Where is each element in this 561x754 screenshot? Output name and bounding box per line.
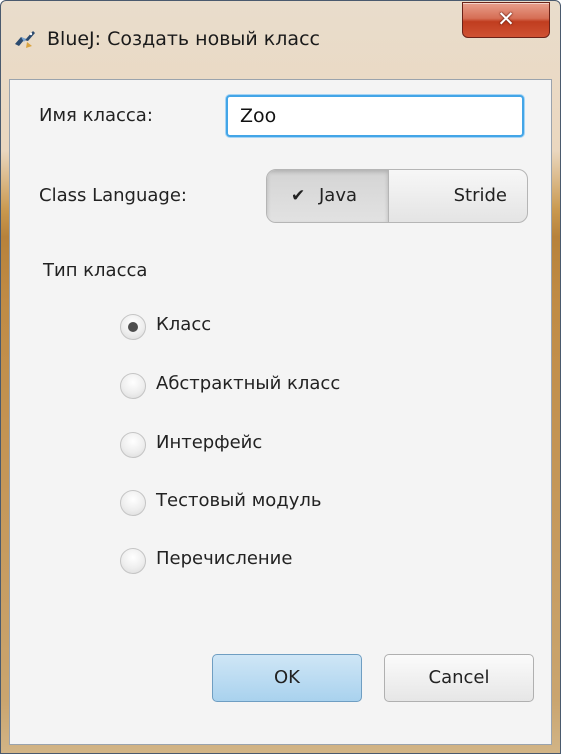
language-option-label: Stride <box>453 185 507 206</box>
checkmark-icon: ✔ <box>291 186 306 206</box>
radio-button[interactable] <box>120 432 146 458</box>
class-language-label: Class Language: <box>39 185 187 206</box>
language-option-label: Java <box>319 185 358 206</box>
class-type-label: Тип класса <box>43 260 148 281</box>
radio-button[interactable] <box>120 490 146 516</box>
ok-button[interactable]: OK <box>212 654 362 702</box>
radio-label: Класс <box>156 314 212 335</box>
radio-button[interactable] <box>120 373 146 399</box>
class-language-toggle: ✔ Java Stride <box>266 169 528 223</box>
bluej-bird-icon <box>13 28 37 52</box>
radio-label: Тестовый модуль <box>156 490 322 511</box>
class-name-label: Имя класса: <box>39 105 153 126</box>
radio-button[interactable] <box>120 548 146 574</box>
close-icon: ✕ <box>497 7 515 31</box>
title-bar[interactable]: BlueJ: Создать новый класс ✕ <box>1 1 560 79</box>
radio-label: Перечисление <box>156 548 293 569</box>
window-title: BlueJ: Создать новый класс <box>47 28 320 50</box>
cancel-button[interactable]: Cancel <box>384 654 534 702</box>
class-name-input[interactable] <box>226 95 524 137</box>
radio-button-checked[interactable] <box>120 314 146 340</box>
dialog-window: BlueJ: Создать новый класс ✕ Имя класса:… <box>0 0 561 754</box>
close-button[interactable]: ✕ <box>462 2 550 38</box>
radio-label: Абстрактный класс <box>156 373 341 394</box>
radio-label: Интерфейс <box>156 432 263 453</box>
language-option-stride[interactable]: Stride <box>389 170 527 222</box>
language-option-java[interactable]: ✔ Java <box>267 170 389 222</box>
dialog-content: Имя класса: Class Language: ✔ Java Strid… <box>9 79 552 745</box>
